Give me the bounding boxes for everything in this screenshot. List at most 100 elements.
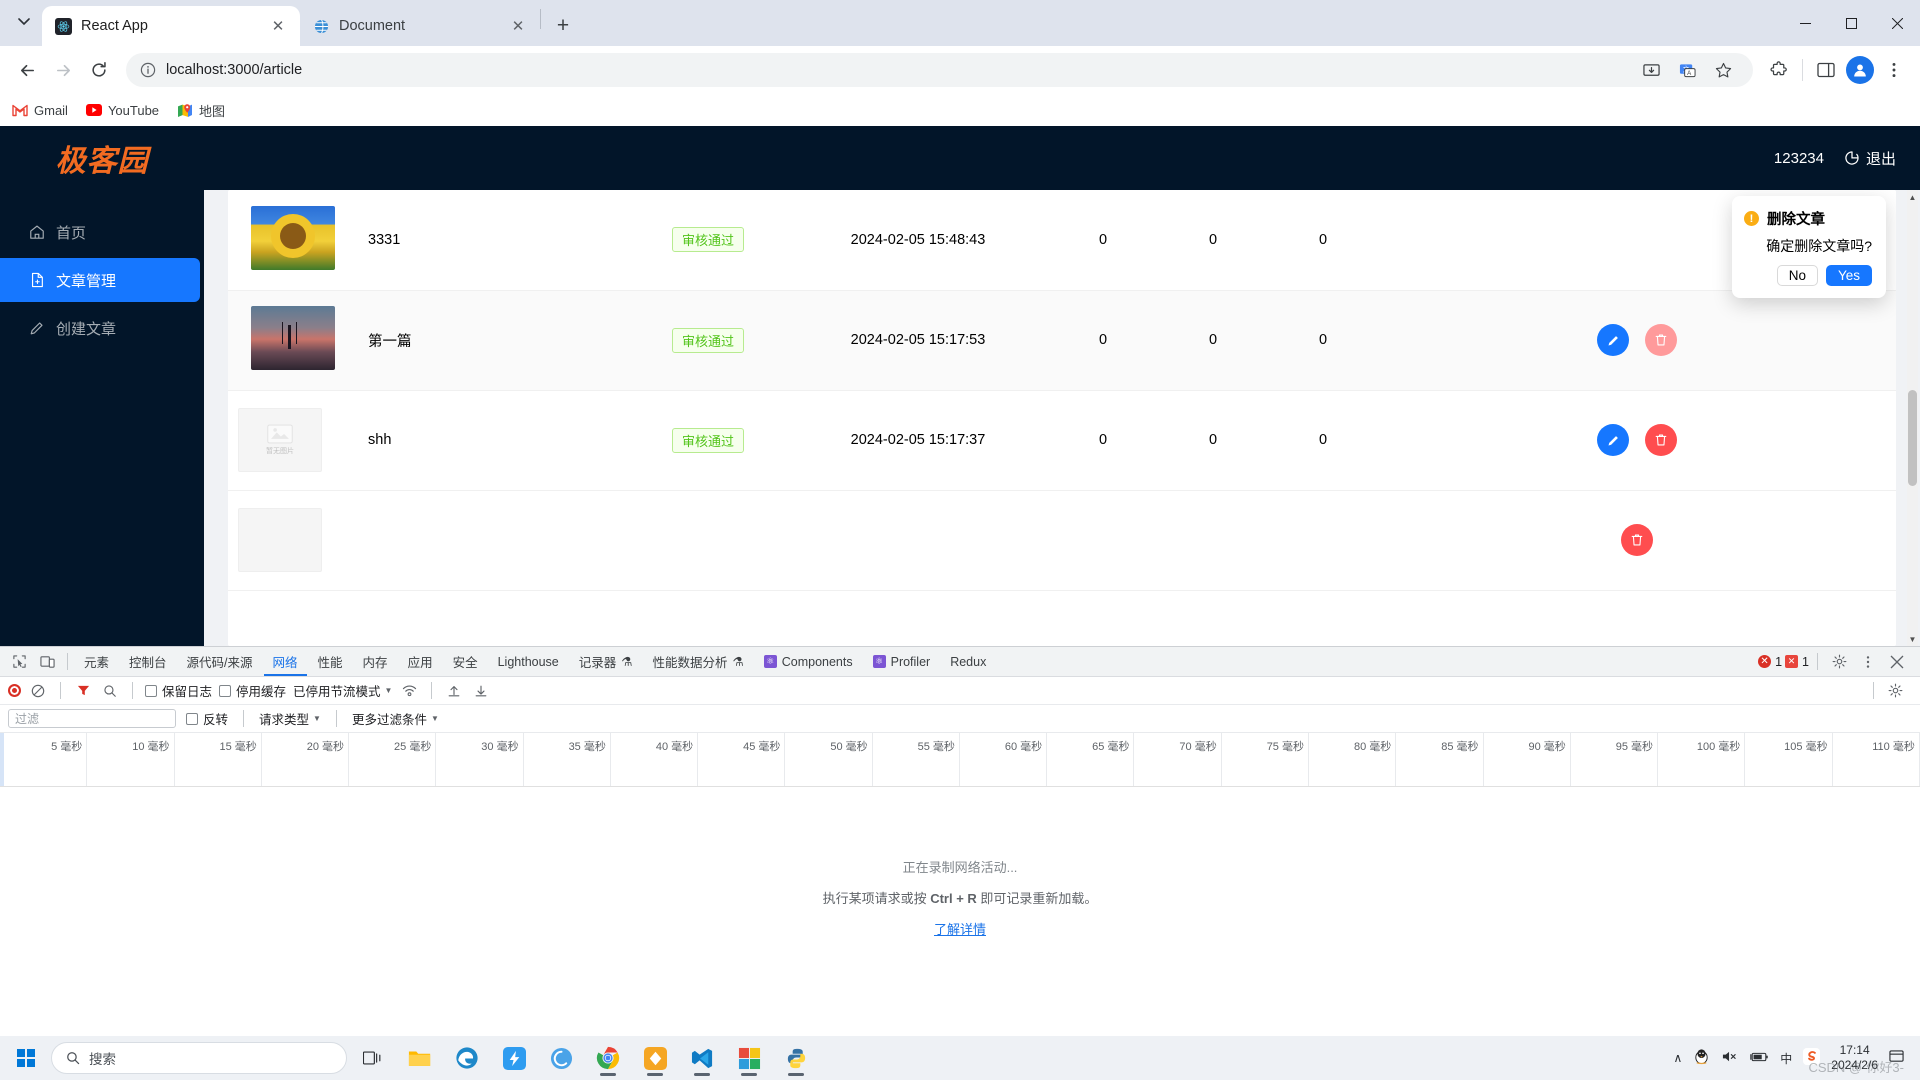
devtools-tab-console[interactable]: 控制台 xyxy=(120,648,176,676)
popover-no-button[interactable]: No xyxy=(1776,265,1818,286)
close-icon[interactable]: ✕ xyxy=(507,15,529,37)
devtools-tab-recorder[interactable]: 记录器 ⚗ xyxy=(570,648,642,676)
devtools-close-icon[interactable] xyxy=(1884,650,1910,674)
devtools-tab-performance[interactable]: 性能 xyxy=(309,648,352,676)
record-button[interactable] xyxy=(8,684,21,697)
extensions-icon[interactable] xyxy=(1763,54,1795,86)
table-row[interactable]: 3331 审核通过 2024-02-05 15:48:43 0 0 0 xyxy=(228,190,1896,290)
address-text: localhost:3000/article xyxy=(166,62,303,78)
python-icon[interactable] xyxy=(775,1039,817,1077)
sidebar-item-article-manage[interactable]: 文章管理 xyxy=(0,258,200,302)
grid-app-icon[interactable] xyxy=(728,1039,770,1077)
devtools-tab-redux[interactable]: Redux xyxy=(941,648,995,676)
devtools-tab-memory[interactable]: 内存 xyxy=(354,648,397,676)
gear-icon[interactable] xyxy=(1826,650,1852,674)
side-panel-icon[interactable] xyxy=(1810,54,1842,86)
translate-icon[interactable]: 文 A xyxy=(1671,54,1703,86)
diamond-icon[interactable] xyxy=(634,1039,676,1077)
vscode-icon[interactable] xyxy=(681,1039,723,1077)
filter-input[interactable]: 过滤 xyxy=(8,709,176,728)
qq-icon[interactable] xyxy=(1693,1048,1710,1068)
devtools-tab-lighthouse[interactable]: Lighthouse xyxy=(489,648,568,676)
clear-icon[interactable] xyxy=(28,681,48,701)
task-view-icon[interactable] xyxy=(352,1039,394,1077)
learn-more-link[interactable]: 了解详情 xyxy=(934,919,986,938)
sidebar-item-home[interactable]: 首页 xyxy=(0,210,204,254)
table-row[interactable] xyxy=(228,490,1896,590)
export-har-icon[interactable] xyxy=(471,681,491,701)
tray-expand-icon[interactable]: ∧ xyxy=(1673,1051,1682,1065)
browser-tab-react-app[interactable]: React App ✕ xyxy=(42,6,300,46)
import-har-icon[interactable] xyxy=(444,681,464,701)
devtools-tab-sources[interactable]: 源代码/来源 xyxy=(178,648,262,676)
scroll-down-arrow[interactable]: ▼ xyxy=(1907,632,1918,646)
edit-article-button[interactable] xyxy=(1597,324,1629,356)
devtools-tab-network[interactable]: 网络 xyxy=(264,648,307,676)
bookmark-gmail[interactable]: Gmail xyxy=(12,102,68,118)
thunder-icon[interactable] xyxy=(493,1039,535,1077)
devtools-tab-profiler[interactable]: ⚛ Profiler xyxy=(864,648,940,676)
profile-avatar[interactable] xyxy=(1844,54,1876,86)
bookmark-youtube[interactable]: YouTube xyxy=(85,102,159,118)
issue-count-badge[interactable]: ✕ 1 xyxy=(1785,655,1809,669)
taskbar-search[interactable]: 搜索 xyxy=(51,1042,347,1074)
edit-article-button[interactable] xyxy=(1597,424,1629,456)
minimize-button[interactable] xyxy=(1782,0,1828,46)
battery-icon[interactable] xyxy=(1749,1050,1769,1067)
search-icon[interactable] xyxy=(100,681,120,701)
scrollbar-thumb[interactable] xyxy=(1908,390,1917,486)
bookmark-maps[interactable]: 地图 xyxy=(177,101,225,120)
popover-yes-button[interactable]: Yes xyxy=(1825,265,1872,286)
error-count-badge[interactable]: ✕ 1 xyxy=(1758,655,1782,669)
inspect-element-icon[interactable] xyxy=(6,650,32,674)
app-blue-icon[interactable] xyxy=(540,1039,582,1077)
browser-tab-document[interactable]: Document ✕ xyxy=(300,6,540,46)
invert-checkbox[interactable]: 反转 xyxy=(186,709,228,728)
request-type-dropdown[interactable]: 请求类型 ▼ xyxy=(259,709,321,728)
logout-button[interactable]: 退出 xyxy=(1844,148,1896,169)
scroll-up-arrow[interactable]: ▲ xyxy=(1907,190,1918,204)
table-row[interactable]: 第一篇 审核通过 2024-02-05 15:17:53 0 0 0 xyxy=(228,290,1896,390)
file-explorer-icon[interactable] xyxy=(399,1039,441,1077)
install-app-icon[interactable] xyxy=(1635,54,1667,86)
address-bar[interactable]: localhost:3000/article 文 A xyxy=(126,53,1753,87)
sidebar: 首页 文章管理 创建文章 xyxy=(0,190,204,646)
site-logo[interactable]: 极客园 xyxy=(0,136,204,180)
page-scrollbar[interactable]: ▲ ▼ xyxy=(1907,190,1918,646)
reload-button[interactable] xyxy=(82,53,116,87)
delete-article-button[interactable] xyxy=(1645,324,1677,356)
disable-cache-checkbox[interactable]: 停用缓存 xyxy=(219,681,286,700)
close-button[interactable] xyxy=(1874,0,1920,46)
start-button[interactable] xyxy=(6,1041,46,1075)
tab-search-button[interactable] xyxy=(6,4,42,38)
device-toolbar-icon[interactable] xyxy=(34,650,60,674)
devtools-tab-elements[interactable]: 元素 xyxy=(75,648,118,676)
more-filters-dropdown[interactable]: 更多过滤条件 ▼ xyxy=(352,709,439,728)
devtools-more-icon[interactable] xyxy=(1855,650,1881,674)
devtools-tab-performance-insights[interactable]: 性能数据分析 ⚗ xyxy=(644,648,753,676)
new-tab-button[interactable]: + xyxy=(547,10,579,42)
delete-article-button[interactable] xyxy=(1621,524,1653,556)
network-conditions-icon[interactable] xyxy=(399,681,419,701)
devtools-tab-application[interactable]: 应用 xyxy=(399,648,442,676)
chrome-menu-icon[interactable] xyxy=(1878,54,1910,86)
volume-muted-icon[interactable] xyxy=(1721,1049,1738,1067)
network-timeline-ruler[interactable]: 5 毫秒 10 毫秒 15 毫秒 20 毫秒 25 毫秒 30 毫秒 35 毫秒… xyxy=(0,733,1920,787)
close-icon[interactable]: ✕ xyxy=(267,15,289,37)
filter-icon[interactable] xyxy=(73,681,93,701)
sidebar-item-create-article[interactable]: 创建文章 xyxy=(0,306,204,350)
chrome-icon[interactable] xyxy=(587,1039,629,1077)
maximize-button[interactable] xyxy=(1828,0,1874,46)
devtools-tab-security[interactable]: 安全 xyxy=(444,648,487,676)
table-row[interactable]: 暂无图片 shh 审核通过 2024-02-05 15:17:37 0 0 0 xyxy=(228,390,1896,490)
devtools-tab-components[interactable]: ⚛ Components xyxy=(755,648,862,676)
ime-indicator[interactable]: 中 xyxy=(1780,1050,1792,1067)
network-settings-gear-icon[interactable] xyxy=(1882,679,1908,703)
bookmark-star-icon[interactable] xyxy=(1707,54,1739,86)
delete-article-button[interactable] xyxy=(1645,424,1677,456)
forward-button[interactable] xyxy=(46,53,80,87)
preserve-log-checkbox[interactable]: 保留日志 xyxy=(145,681,212,700)
back-button[interactable] xyxy=(10,53,44,87)
edge-icon[interactable] xyxy=(446,1039,488,1077)
throttling-dropdown[interactable]: 已停用节流模式 ▼ xyxy=(293,681,392,700)
